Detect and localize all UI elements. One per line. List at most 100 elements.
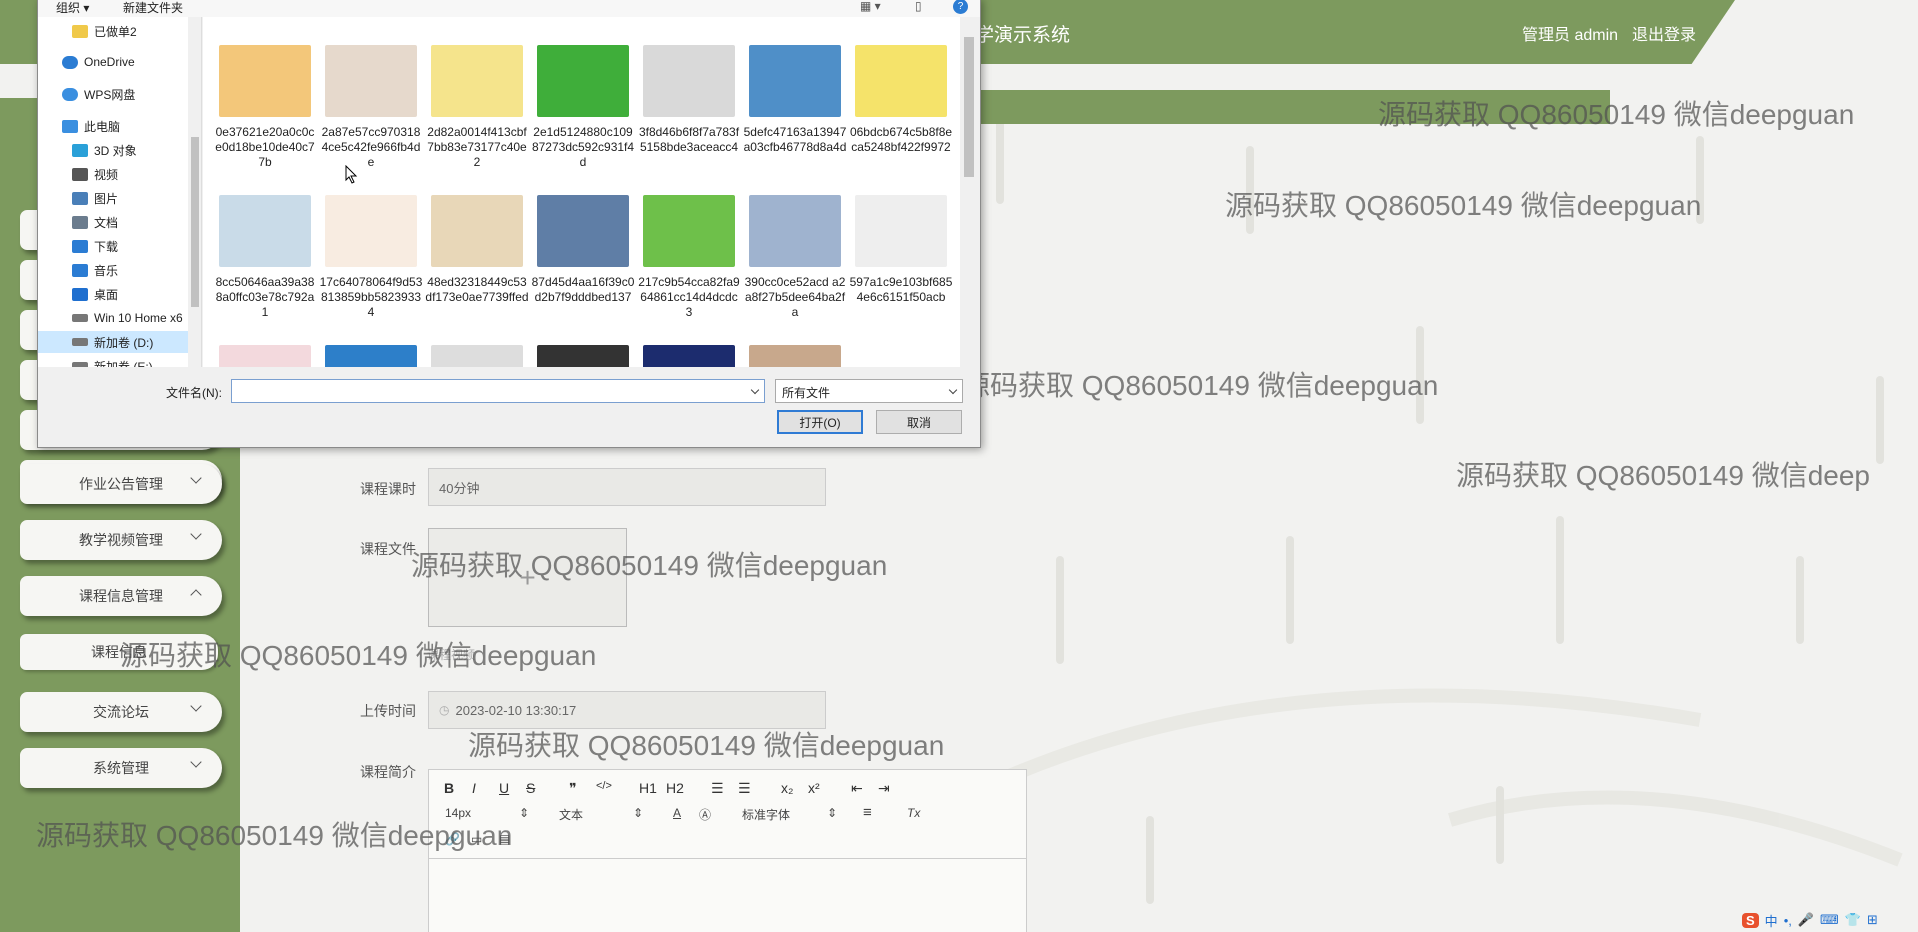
superscript-button[interactable]: x² bbox=[808, 780, 820, 796]
toolbox-icon[interactable]: ⊞ bbox=[1867, 912, 1878, 928]
nav-item-pictures[interactable]: 图片 bbox=[38, 187, 188, 209]
file-item[interactable] bbox=[743, 345, 847, 367]
quote-button[interactable]: ❞ bbox=[569, 780, 577, 797]
file-item[interactable]: 2a87e57cc9703184ce5c42fe966fb4de bbox=[319, 45, 423, 195]
bold-button[interactable]: B bbox=[444, 780, 454, 796]
logout-link[interactable]: 退出登录 bbox=[1632, 21, 1696, 45]
file-item[interactable]: 06bdcb674c5b8f8eca5248bf422f9972 bbox=[849, 45, 953, 195]
nav-item-onedrive[interactable]: OneDrive bbox=[38, 51, 188, 73]
file-name-input[interactable] bbox=[231, 379, 765, 403]
upload-time-field[interactable]: ◷ 2023-02-10 13:30:17 bbox=[428, 691, 826, 729]
nav-item-documents[interactable]: 文档 bbox=[38, 211, 188, 233]
nav-item-drive-c[interactable]: Win 10 Home x6 bbox=[38, 307, 188, 329]
course-file-label: 课程文件 bbox=[360, 541, 416, 557]
sidebar-item-forum[interactable]: 交流论坛 bbox=[20, 692, 222, 732]
keyboard-icon[interactable]: ⌨ bbox=[1820, 912, 1839, 928]
file-name: 0e37621e20a0c0ce0d18be10de40c77b bbox=[215, 125, 315, 169]
nav-scrollbar[interactable] bbox=[188, 17, 201, 367]
nav-item-drive-d[interactable]: 新加卷 (D:) bbox=[38, 331, 188, 353]
file-item[interactable] bbox=[425, 345, 529, 367]
file-item[interactable]: 87d45d4aa16f39c0d2b7f9dddbed137 bbox=[531, 195, 635, 345]
ordered-list-button[interactable]: ☰ bbox=[711, 780, 724, 797]
file-item[interactable]: 597a1c9e103bf6854e6c6151f50acb bbox=[849, 195, 953, 345]
link-icon[interactable]: 🔗 bbox=[445, 832, 460, 846]
outdent-button[interactable]: ⇤ bbox=[851, 780, 863, 797]
underline-button[interactable]: U bbox=[499, 780, 509, 796]
code-button[interactable]: </> bbox=[596, 780, 612, 792]
file-item[interactable]: 390cc0ce52acd a2a8f27b5dee64ba2fa bbox=[743, 195, 847, 345]
nav-item-drive-e[interactable]: 新加卷 (E:) bbox=[38, 355, 188, 367]
font-family-select[interactable]: 标准字体 bbox=[742, 806, 790, 823]
nav-item-downloads[interactable]: 下载 bbox=[38, 235, 188, 257]
font-color-icon[interactable]: A bbox=[673, 806, 681, 820]
italic-button[interactable]: I bbox=[472, 780, 476, 796]
sidebar-item-homework[interactable]: 作业公告管理 bbox=[20, 464, 222, 504]
file-item[interactable] bbox=[531, 345, 635, 367]
file-type-select[interactable]: 所有文件 bbox=[775, 379, 963, 403]
nav-item-videos[interactable]: 视频 bbox=[38, 163, 188, 185]
file-item[interactable]: 2e1d5124880c10987273dc592c931f4d bbox=[531, 45, 635, 195]
file-upload-box[interactable]: + bbox=[428, 528, 627, 627]
duration-field[interactable]: 40分钟 bbox=[428, 468, 826, 506]
open-button[interactable]: 打开(O) bbox=[777, 410, 863, 434]
ime-logo-icon[interactable]: S bbox=[1742, 912, 1759, 928]
video-icon[interactable]: ▤ bbox=[499, 832, 510, 846]
file-item[interactable] bbox=[319, 345, 423, 367]
sidebar-item-videos[interactable]: 教学视频管理 bbox=[20, 520, 222, 560]
text-type-select[interactable]: 文本 bbox=[559, 806, 583, 823]
indent-button[interactable]: ⇥ bbox=[878, 780, 890, 797]
preview-pane-icon[interactable]: ▯ bbox=[915, 0, 922, 13]
file-name: 48ed32318449c53df173e0ae7739ffed bbox=[425, 275, 529, 304]
organize-menu[interactable]: 组织 ▾ bbox=[56, 0, 89, 16]
microphone-icon[interactable]: 🎤 bbox=[1798, 912, 1814, 928]
file-item[interactable] bbox=[213, 345, 317, 367]
help-icon[interactable]: ? bbox=[953, 0, 968, 14]
punctuation-icon[interactable]: •, bbox=[1784, 913, 1792, 928]
subscript-button[interactable]: x₂ bbox=[781, 780, 793, 796]
clear-format-button[interactable]: Tx bbox=[907, 806, 920, 820]
nav-item-desktop[interactable]: 桌面 bbox=[38, 283, 188, 305]
file-name: 3f8d46b6f8f7a783f5158bde3aceacc4 bbox=[638, 125, 740, 154]
file-item[interactable]: 3f8d46b6f8f7a783f5158bde3aceacc4 bbox=[637, 45, 741, 195]
sidebar-item-courses[interactable]: 课程信息管理 bbox=[20, 576, 222, 616]
nav-item-folder[interactable]: 已做单2 bbox=[38, 20, 188, 42]
nav-item-wps[interactable]: WPS网盘 bbox=[38, 83, 188, 105]
background-color-icon[interactable]: Ⓐ bbox=[699, 806, 711, 823]
font-size-select[interactable]: 14px bbox=[445, 806, 471, 820]
nav-item-3d[interactable]: 3D 对象 bbox=[38, 139, 188, 161]
image-icon[interactable]: ▭ bbox=[471, 832, 482, 846]
align-button[interactable]: ≡ bbox=[863, 804, 872, 821]
skin-icon[interactable]: 👕 bbox=[1845, 912, 1861, 928]
file-name: 8cc50646aa39a388a0ffc03e78c792a1 bbox=[215, 275, 315, 319]
view-options-icon[interactable]: ▦ ▾ bbox=[860, 0, 881, 13]
sidebar-item-system[interactable]: 系统管理 bbox=[20, 748, 222, 788]
unordered-list-button[interactable]: ☰ bbox=[738, 780, 751, 797]
chevron-down-icon[interactable] bbox=[750, 385, 760, 395]
new-folder-button[interactable]: 新建文件夹 bbox=[123, 0, 183, 16]
file-item[interactable]: 217c9b54cca82fa964861cc14d4dcdc3 bbox=[637, 195, 741, 345]
file-item[interactable]: 17c64078064f9d53813859bb58239334 bbox=[319, 195, 423, 345]
strike-button[interactable]: S bbox=[526, 780, 535, 796]
file-item[interactable]: 8cc50646aa39a388a0ffc03e78c792a1 bbox=[213, 195, 317, 345]
file-list-scrollbar-thumb[interactable] bbox=[964, 37, 974, 177]
nav-item-this-pc[interactable]: 此电脑 bbox=[38, 115, 188, 137]
system-title: 学演示系统 bbox=[975, 25, 1071, 46]
h2-button[interactable]: H2 bbox=[666, 780, 684, 796]
nav-scrollbar-thumb[interactable] bbox=[191, 137, 199, 307]
file-item[interactable]: 5defc47163a13947a03cfb46778d8a4d bbox=[743, 45, 847, 195]
h1-button[interactable]: H1 bbox=[639, 780, 657, 796]
file-item[interactable]: 0e37621e20a0c0ce0d18be10de40c77b bbox=[213, 45, 317, 195]
file-item[interactable]: 2d82a0014f413cbf7bb83e73177c40e2 bbox=[425, 45, 529, 195]
file-thumbnail bbox=[855, 45, 947, 117]
file-item[interactable] bbox=[637, 345, 741, 367]
computer-icon bbox=[62, 119, 78, 133]
nav-item-music[interactable]: 音乐 bbox=[38, 259, 188, 281]
file-list-scrollbar[interactable] bbox=[960, 17, 979, 367]
file-item[interactable]: 48ed32318449c53df173e0ae7739ffed bbox=[425, 195, 529, 345]
plus-icon: + bbox=[519, 561, 536, 593]
sidebar-subitem-course-info[interactable]: 课程信息 bbox=[20, 634, 218, 670]
cancel-button[interactable]: 取消 bbox=[876, 410, 962, 434]
dialog-toolbar: 组织 ▾ 新建文件夹 ▦ ▾ ▯ ? bbox=[38, 0, 980, 17]
ime-language-icon[interactable]: 中 bbox=[1765, 911, 1778, 930]
course-video-label: 课程视频 bbox=[427, 648, 476, 662]
